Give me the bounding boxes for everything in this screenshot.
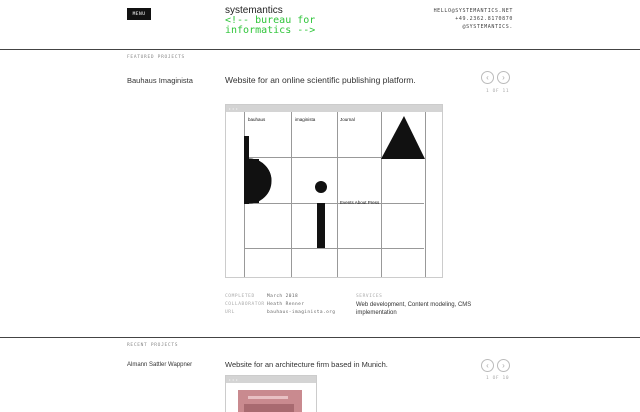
url-label: URL [225, 310, 235, 315]
project-screenshot[interactable]: • • • bauhaus imaginista Journal Events … [225, 104, 443, 278]
recent-counter: 1 OF 10 [486, 376, 510, 381]
contact-info: HELLO@SYSTEMANTICS.NET +49.2362.8170870 … [434, 7, 513, 31]
featured-counter: 1 OF 11 [486, 89, 510, 94]
brand-tagline-2: informatics --> [225, 25, 316, 36]
project-meta: COMPLETED March 2018 COLLABORATOR Heath … [225, 294, 345, 318]
arrow-right-icon[interactable]: › [497, 359, 510, 372]
email-link[interactable]: HELLO@SYSTEMANTICS.NET [434, 7, 513, 15]
divider [0, 337, 640, 338]
url-link[interactable]: bauhaus-imaginista.org [267, 310, 335, 315]
recent-section-label: RECENT PROJECTS [127, 343, 179, 348]
architecture-photo [238, 390, 302, 412]
featured-section-label: FEATURED PROJECTS [127, 55, 185, 60]
menu-button[interactable]: MENU [127, 8, 151, 20]
arrow-right-icon[interactable]: › [497, 71, 510, 84]
collaborator-value[interactable]: Heath Renner [267, 302, 304, 307]
recent-project-screenshot[interactable]: • • • [225, 375, 317, 412]
recent-pager: ‹ › [481, 359, 510, 372]
arrow-left-icon[interactable]: ‹ [481, 359, 494, 372]
bauhaus-logo-graphic [244, 116, 425, 248]
completed-label: COMPLETED [225, 294, 255, 299]
featured-project-name[interactable]: Bauhaus Imaginista [127, 76, 193, 85]
arrow-left-icon[interactable]: ‹ [481, 71, 494, 84]
services-label: SERVICES [356, 294, 383, 299]
featured-pager: ‹ › [481, 71, 510, 84]
services-value: Web development, Content modeling, CMS i… [356, 302, 472, 316]
collaborator-label: COLLABORATOR [225, 302, 265, 307]
brand[interactable]: systemantics <!-- bureau for informatics… [225, 6, 315, 36]
divider [0, 49, 640, 50]
recent-project-name[interactable]: Almann Sattler Wappner [127, 362, 192, 368]
browser-bar: • • • [226, 376, 316, 383]
completed-value: March 2018 [267, 294, 299, 299]
phone-link[interactable]: +49.2362.8170870 [434, 15, 513, 23]
recent-project-title[interactable]: Website for an architecture firm based i… [225, 359, 465, 370]
featured-project-title[interactable]: Website for an online scientific publish… [225, 75, 425, 86]
social-handle-link[interactable]: @SYSTEMANTICS. [434, 23, 513, 31]
window-dots: • • • [229, 377, 238, 382]
